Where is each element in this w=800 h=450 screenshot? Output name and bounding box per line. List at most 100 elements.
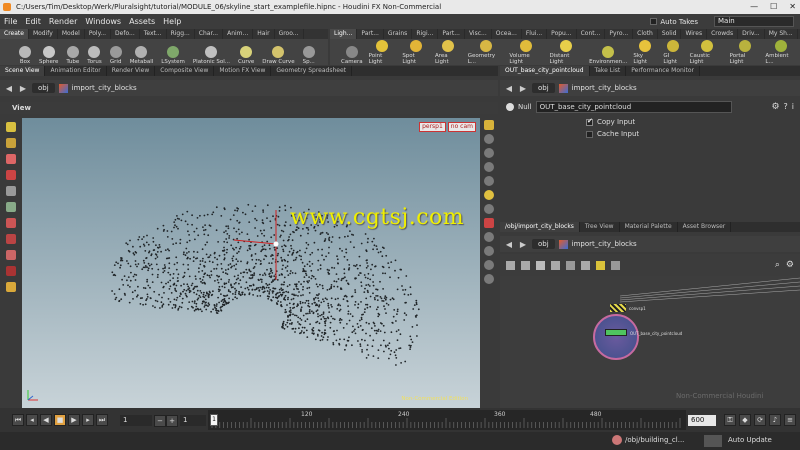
shelf-tab[interactable]: Solid [658, 29, 682, 39]
handle-tool-icon[interactable] [6, 202, 16, 212]
shelf-tab[interactable]: Cont... [577, 29, 606, 39]
menu-edit[interactable]: Edit [25, 17, 41, 26]
shelf-tab[interactable]: Crowds [707, 29, 739, 39]
maximize-button[interactable]: ☐ [770, 0, 777, 14]
capture-icon[interactable] [6, 250, 16, 260]
shelf-tab[interactable]: Visc... [465, 29, 492, 39]
increment-frame-button[interactable]: + [166, 415, 178, 427]
shelf-tool[interactable]: Draw Curve [259, 46, 297, 65]
search-icon[interactable]: ⌕ [775, 260, 780, 270]
render-region-icon[interactable] [6, 282, 16, 292]
shelf-tool[interactable]: Curve [235, 46, 257, 65]
shading-icon[interactable] [484, 162, 494, 172]
network-box-icon[interactable] [611, 260, 620, 270]
auto-takes-checkbox[interactable] [650, 18, 658, 25]
copy-input-checkbox[interactable] [586, 117, 593, 126]
auto-update-menu[interactable]: Auto Update [728, 436, 772, 444]
info-icon[interactable]: i [792, 102, 794, 112]
shelf-tool[interactable]: Spot Light [399, 40, 432, 65]
menu-assets[interactable]: Assets [129, 17, 155, 26]
shelf-tab[interactable]: Popu... [547, 29, 577, 39]
path-crumb-obj[interactable]: obj [32, 83, 55, 93]
play-reverse-button[interactable]: ◀ [40, 414, 52, 426]
shelf-tab[interactable]: Anim... [223, 29, 254, 39]
step-back-button[interactable]: ◂ [26, 414, 38, 426]
ghost-icon[interactable] [484, 260, 494, 270]
start-frame-field[interactable]: 1 [120, 415, 152, 426]
list-icon[interactable] [521, 260, 530, 270]
path-crumb-node[interactable]: import_city_blocks [572, 84, 637, 92]
minimize-button[interactable]: — [750, 0, 758, 14]
shelf-tab[interactable]: Char... [195, 29, 224, 39]
shelf-tool[interactable]: Metaball [127, 46, 157, 65]
shelf-tab[interactable]: My Sh... [765, 29, 798, 39]
shelf-tab[interactable]: Ligh... [330, 29, 358, 39]
shelf-tab[interactable]: Hair [253, 29, 275, 39]
step-forward-button[interactable]: ▸ [82, 414, 94, 426]
decrement-frame-button[interactable]: − [154, 415, 166, 427]
pose-tool-icon[interactable] [6, 170, 16, 180]
shelf-tool[interactable]: Environmen... [586, 46, 630, 65]
layout-icon[interactable] [506, 260, 515, 270]
shelf-tool[interactable]: Tube [63, 46, 82, 65]
path-crumb-node[interactable]: import_city_blocks [572, 240, 637, 248]
shelf-tab[interactable]: Driv... [738, 29, 765, 39]
path-crumb-obj[interactable]: obj [532, 239, 555, 249]
forward-arrow-icon[interactable]: ▶ [18, 84, 28, 93]
time-cursor[interactable]: 1 [210, 414, 218, 426]
copy-input-toggle[interactable]: Copy Input [586, 117, 635, 126]
jump-start-button[interactable]: ⏮ [12, 414, 24, 426]
tab-network[interactable]: /obj/import_city_blocks [500, 222, 580, 232]
shelf-tab[interactable]: Create [0, 29, 29, 39]
transform-tool-icon[interactable] [6, 138, 16, 148]
table-icon[interactable] [581, 260, 590, 270]
auto-takes-toggle[interactable]: Auto Takes [650, 18, 698, 26]
key-icon[interactable]: ⚿ [724, 414, 736, 426]
wireframe-icon[interactable] [484, 134, 494, 144]
menu-file[interactable]: File [4, 17, 17, 26]
gear-icon[interactable]: ⚙ [771, 102, 779, 112]
camera-toggle-icon[interactable] [484, 218, 494, 228]
path-crumb-obj[interactable]: obj [532, 83, 555, 93]
shelf-tab[interactable]: Text... [140, 29, 167, 39]
grid-view-icon[interactable] [536, 260, 545, 270]
camera-menu[interactable]: persp1 [419, 122, 446, 132]
shelf-tool[interactable]: Sp... [300, 46, 318, 65]
tab-composite-view[interactable]: Composite View [155, 66, 215, 76]
menu-render[interactable]: Render [49, 17, 77, 26]
cam-menu[interactable]: no cam [447, 122, 476, 132]
shelf-tab[interactable]: Rigi... [412, 29, 439, 39]
shelf-tab[interactable]: Flui... [522, 29, 548, 39]
tab-take-list[interactable]: Take List [590, 66, 627, 76]
shelf-tab[interactable]: Grains [384, 29, 413, 39]
update-mode-icon[interactable] [704, 435, 722, 447]
tab-scene-view[interactable]: Scene View [0, 66, 46, 76]
grid-icon[interactable] [484, 246, 494, 256]
shelf-tool[interactable]: Caustic Light [687, 40, 727, 65]
shelf-tool[interactable]: Sphere [36, 46, 61, 65]
display-options-icon[interactable] [484, 120, 494, 130]
3d-viewport[interactable]: persp1 no cam Non-Commercial Edition [22, 118, 480, 408]
shelf-tab[interactable]: Poly... [85, 29, 112, 39]
path-crumb-node[interactable]: import_city_blocks [72, 84, 137, 92]
magnet-snap-icon[interactable] [6, 266, 16, 276]
shelf-tab[interactable]: Wires [681, 29, 708, 39]
shelf-tab[interactable]: Cloth [633, 29, 658, 39]
shelf-tool[interactable]: Volume Light [506, 40, 546, 65]
timeline-slider[interactable]: 1 120 240 360 480 [208, 410, 686, 430]
shelf-tool[interactable]: Portal Light [727, 40, 763, 65]
tab-geometry-spreadsheet[interactable]: Geometry Spreadsheet [271, 66, 352, 76]
back-arrow-icon[interactable]: ◀ [504, 84, 514, 93]
network-gear-icon[interactable]: ⚙ [786, 260, 794, 270]
shelf-tool[interactable]: GI Light [660, 40, 686, 65]
menu-help[interactable]: Help [163, 17, 181, 26]
shelf-tab[interactable]: Pyro... [605, 29, 634, 39]
cache-input-toggle[interactable]: Cache Input [586, 130, 639, 138]
snapshot-icon[interactable] [484, 232, 494, 242]
tab-asset-browser[interactable]: Asset Browser [678, 222, 732, 232]
tab-parameters[interactable]: OUT_base_city_pointcloud [500, 66, 590, 76]
back-arrow-icon[interactable]: ◀ [4, 84, 14, 93]
shelf-tool[interactable]: Box [16, 46, 34, 65]
help-icon[interactable]: ? [784, 102, 788, 112]
shelf-tab[interactable]: Part... [438, 29, 465, 39]
